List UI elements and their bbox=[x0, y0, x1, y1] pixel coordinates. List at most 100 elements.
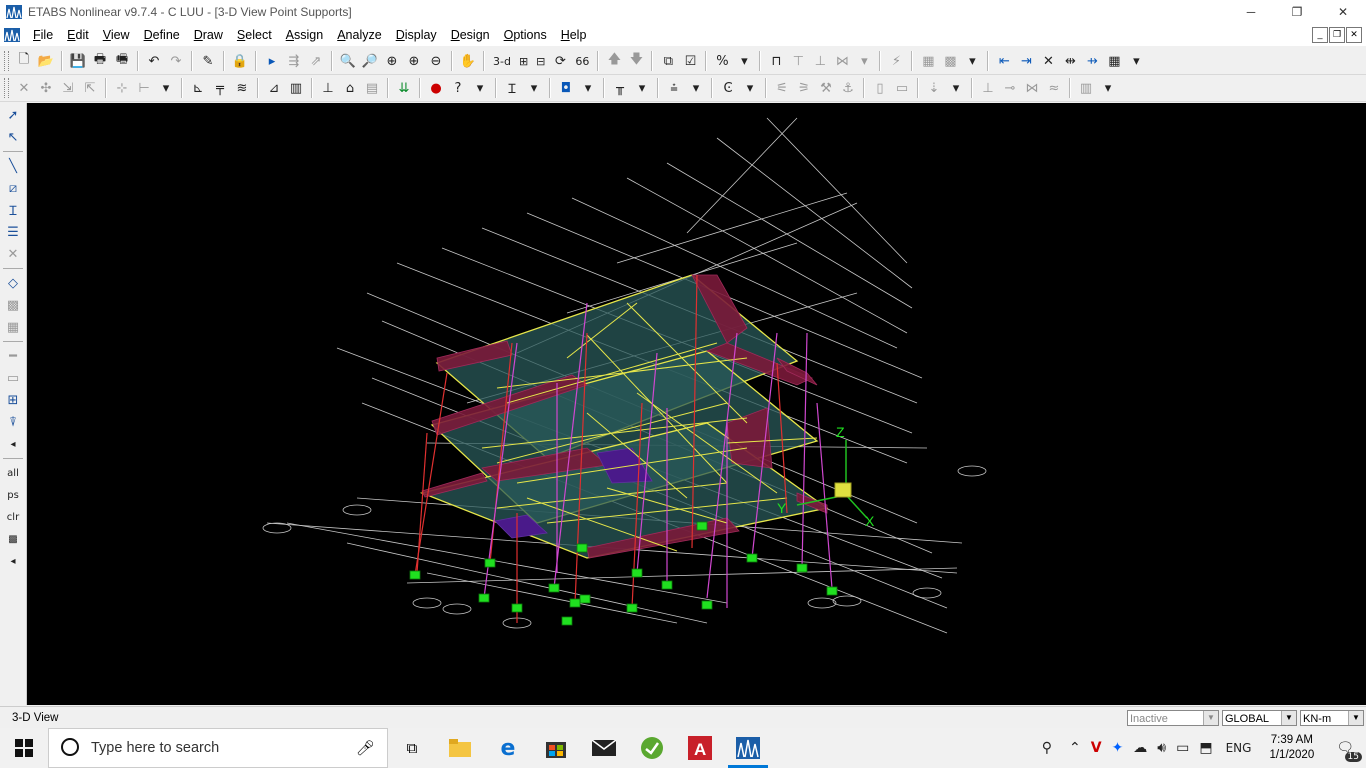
dropdown-arrow-icon[interactable]: ▾ bbox=[1126, 51, 1146, 71]
clear-select-icon[interactable]: clr bbox=[2, 507, 24, 527]
frame-icon[interactable]: ⊓ bbox=[766, 51, 786, 71]
draw-line-icon[interactable]: ╲ bbox=[2, 156, 24, 176]
etabs-taskbar-icon[interactable] bbox=[724, 728, 772, 768]
menu-define[interactable]: Define bbox=[137, 28, 187, 42]
draw-area-icon[interactable]: ◇ bbox=[2, 273, 24, 293]
autocad-icon[interactable]: A bbox=[676, 728, 724, 768]
document-icon[interactable] bbox=[4, 28, 20, 42]
coordinate-system-dropdown[interactable]: GLOBAL ▼ bbox=[1222, 710, 1297, 726]
edit-story-icon[interactable]: ⊾ bbox=[188, 78, 208, 98]
lightning-icon[interactable]: ⚡ bbox=[886, 51, 906, 71]
print-graphics-icon[interactable]: 🖶 bbox=[90, 51, 110, 71]
check-icon[interactable]: ☑ bbox=[680, 51, 700, 71]
forces-icon[interactable]: ▩ bbox=[940, 51, 960, 71]
align-points-icon[interactable]: ⊥ bbox=[978, 78, 998, 98]
frame-props-icon[interactable]: ⊤ bbox=[788, 51, 808, 71]
draw-brace-icon[interactable]: ⚒ bbox=[816, 78, 836, 98]
draw-wall-rect-icon[interactable]: ▭ bbox=[2, 368, 24, 388]
draw-brace-icon[interactable]: ⧄ bbox=[2, 178, 24, 198]
open-icon[interactable]: 📂 bbox=[36, 51, 56, 71]
dropbox-icon[interactable]: ✦ bbox=[1107, 740, 1129, 756]
mesh-icon[interactable]: ⊹ bbox=[112, 78, 132, 98]
menu-draw[interactable]: Draw bbox=[187, 28, 230, 42]
view-plan-button[interactable]: ⊞ bbox=[516, 51, 531, 71]
antivirus-icon[interactable]: V bbox=[1086, 740, 1107, 756]
lock-icon[interactable]: 🔒 bbox=[230, 51, 250, 71]
task-view-icon[interactable]: ⧉ bbox=[388, 728, 436, 768]
draw-grid-area-icon[interactable]: ⊞ bbox=[2, 390, 24, 410]
microphone-icon[interactable]: 🎤︎ bbox=[356, 739, 375, 757]
draw-grid-icon[interactable]: ✣ bbox=[36, 78, 56, 98]
run-analysis-icon[interactable]: ▸ bbox=[262, 51, 282, 71]
zoom-previous-icon[interactable]: ⊕ bbox=[382, 51, 402, 71]
mail-icon[interactable] bbox=[580, 728, 628, 768]
minimize-button[interactable]: ─ bbox=[1228, 0, 1274, 24]
merge-icon[interactable]: ⋈ bbox=[1022, 78, 1042, 98]
edge-browser-icon[interactable]: e bbox=[484, 728, 532, 768]
menu-file[interactable]: File bbox=[26, 28, 60, 42]
dropdown-arrow-icon[interactable]: ▾ bbox=[578, 78, 598, 98]
percent-icon[interactable]: % bbox=[712, 51, 732, 71]
draw-floor-icon[interactable]: ▯ bbox=[870, 78, 890, 98]
draw-wall-icon[interactable]: ━ bbox=[2, 346, 24, 366]
design-steel-icon[interactable]: ⇤ bbox=[994, 51, 1014, 71]
menu-display[interactable]: Display bbox=[389, 28, 444, 42]
menu-help[interactable]: Help bbox=[554, 28, 594, 42]
section-icon[interactable]: Ɪ bbox=[502, 78, 522, 98]
zoom-full-icon[interactable]: 🔎 bbox=[360, 51, 380, 71]
combo-icon[interactable]: Ͼ bbox=[718, 78, 738, 98]
frame-releases-icon[interactable]: ⊥ bbox=[810, 51, 830, 71]
cloud-sync-icon[interactable]: ☁ bbox=[1128, 740, 1152, 756]
design-wall-icon[interactable]: ⇸ bbox=[1082, 51, 1102, 71]
dropdown-arrow-icon[interactable]: ▾ bbox=[156, 78, 176, 98]
notification-center-icon[interactable]: 🗨︎ 15 bbox=[1324, 740, 1366, 762]
rotate-3d-icon[interactable]: ⟳ bbox=[550, 51, 570, 71]
mdi-close-button[interactable]: ✕ bbox=[1346, 27, 1362, 43]
file-explorer-icon[interactable] bbox=[436, 728, 484, 768]
menu-select[interactable]: Select bbox=[230, 28, 279, 42]
design-joist-icon[interactable]: ⇹ bbox=[1060, 51, 1080, 71]
structural-model-view[interactable]: Z Y X bbox=[27, 103, 1366, 705]
draw-truss-icon[interactable]: ✕ bbox=[2, 244, 24, 264]
store-icon[interactable] bbox=[532, 728, 580, 768]
load-case-icon[interactable]: ⩮ bbox=[664, 78, 684, 98]
draw-section-cut-icon[interactable]: ⍒ bbox=[2, 412, 24, 432]
menu-assign[interactable]: Assign bbox=[279, 28, 331, 42]
run-pushover-icon[interactable]: ⇗ bbox=[306, 51, 326, 71]
dropdown-arrow-icon[interactable]: ▾ bbox=[524, 78, 544, 98]
pan-icon[interactable]: ✋ bbox=[458, 51, 478, 71]
zoom-window-icon[interactable]: 🔍 bbox=[338, 51, 358, 71]
extrude-icon[interactable]: ⊸ bbox=[1000, 78, 1020, 98]
link-props-icon[interactable]: ╥ bbox=[610, 78, 630, 98]
draw-dimension-icon[interactable]: ⇣ bbox=[924, 78, 944, 98]
save-icon[interactable]: 💾 bbox=[68, 51, 88, 71]
move-icon[interactable]: ⇲ bbox=[58, 78, 78, 98]
print-tables-icon[interactable]: 🖷 bbox=[112, 51, 132, 71]
view-3d-button[interactable]: 3-d bbox=[490, 51, 514, 71]
expand-arrow-icon[interactable]: ◂ bbox=[2, 551, 24, 571]
draw-point-icon[interactable]: ✕ bbox=[14, 78, 34, 98]
draw-rect-area-icon[interactable]: ▩ bbox=[2, 295, 24, 315]
dropdown-arrow-icon[interactable]: ▾ bbox=[686, 78, 706, 98]
design-concrete-icon[interactable]: ⇥ bbox=[1016, 51, 1036, 71]
draw-opening-icon[interactable]: ▭ bbox=[892, 78, 912, 98]
view-elev-button[interactable]: ⊟ bbox=[533, 51, 548, 71]
3d-view-canvas[interactable]: Z Y X bbox=[27, 103, 1366, 705]
draw-beam-icon[interactable]: ⚟ bbox=[772, 78, 792, 98]
people-icon[interactable]: ⚲ bbox=[1037, 740, 1057, 756]
perspective-toggle-icon[interactable]: 66 bbox=[572, 51, 592, 71]
restore-button[interactable]: ❐ bbox=[1274, 0, 1320, 24]
select-all-icon[interactable]: all bbox=[2, 463, 24, 483]
move-up-icon[interactable]: 🡅 bbox=[604, 51, 624, 71]
area-section-icon[interactable]: ◘ bbox=[556, 78, 576, 98]
zoom-out-icon[interactable]: ⊖ bbox=[426, 51, 446, 71]
draw-column-icon[interactable]: Ɪ bbox=[2, 200, 24, 220]
language-indicator[interactable]: ENG bbox=[1218, 741, 1260, 755]
help-point-icon[interactable]: ? bbox=[448, 78, 468, 98]
dropdown-arrow-icon[interactable]: ▾ bbox=[632, 78, 652, 98]
draw-wall-icon[interactable]: ⚓ bbox=[838, 78, 858, 98]
zoom-in-icon[interactable]: ⊕ bbox=[404, 51, 424, 71]
edit-grid-icon[interactable]: ╤ bbox=[210, 78, 230, 98]
run-static-icon[interactable]: ⇶ bbox=[284, 51, 304, 71]
menu-design[interactable]: Design bbox=[444, 28, 497, 42]
